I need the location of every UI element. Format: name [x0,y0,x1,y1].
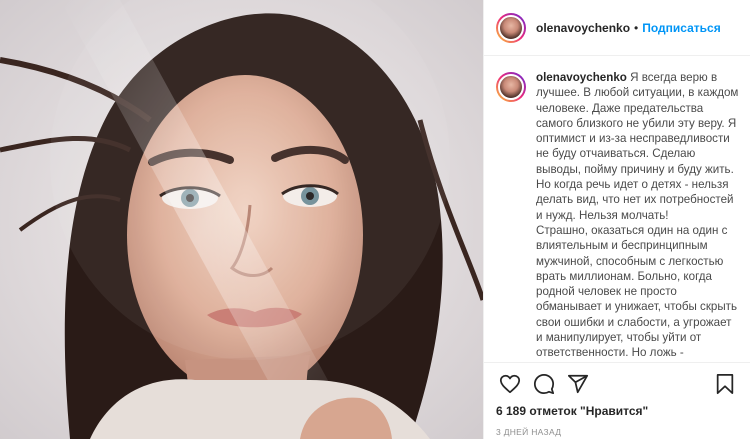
avatar[interactable] [496,12,526,43]
likes-count[interactable]: 6 189 отметок "Нравится" [496,404,739,418]
post-sidebar: olenavoychenko • Подписаться olenavoyche… [483,0,750,439]
action-icons [496,369,739,399]
post-header: olenavoychenko • Подписаться [484,0,750,56]
caption-area: olenavoychenko Я всегда верю в лучшее. В… [496,70,741,362]
caption-paragraph-1: olenavoychenko Я всегда верю в лучшее. В… [536,70,741,223]
post-timestamp[interactable]: 3 дней назад [496,427,739,437]
caption-avatar-image [498,74,524,100]
caption-username[interactable]: olenavoychenko [536,71,627,84]
like-button[interactable] [496,370,524,398]
heart-icon [499,374,521,394]
save-button[interactable] [711,370,739,398]
caption-avatar[interactable] [496,72,526,102]
caption-text: olenavoychenko Я всегда верю в лучшее. В… [536,70,741,362]
caption-paragraph-1-text: Я всегда верю в лучшее. В любой ситуации… [536,71,739,222]
portrait-illustration [0,0,483,439]
share-button[interactable] [564,370,592,398]
header-username[interactable]: olenavoychenko [536,21,630,35]
comment-icon [533,373,555,395]
caption-paragraph-2: Страшно, оказаться один на один с влияте… [536,223,738,360]
header-separator: • [634,20,639,35]
share-icon [567,374,589,394]
comment-button[interactable] [530,370,558,398]
avatar-image [498,14,524,41]
post-actions: 6 189 отметок "Нравится" 3 дней назад [484,362,750,437]
post-photo[interactable] [0,0,483,439]
follow-button[interactable]: Подписаться [642,21,720,35]
bookmark-icon [716,373,734,395]
